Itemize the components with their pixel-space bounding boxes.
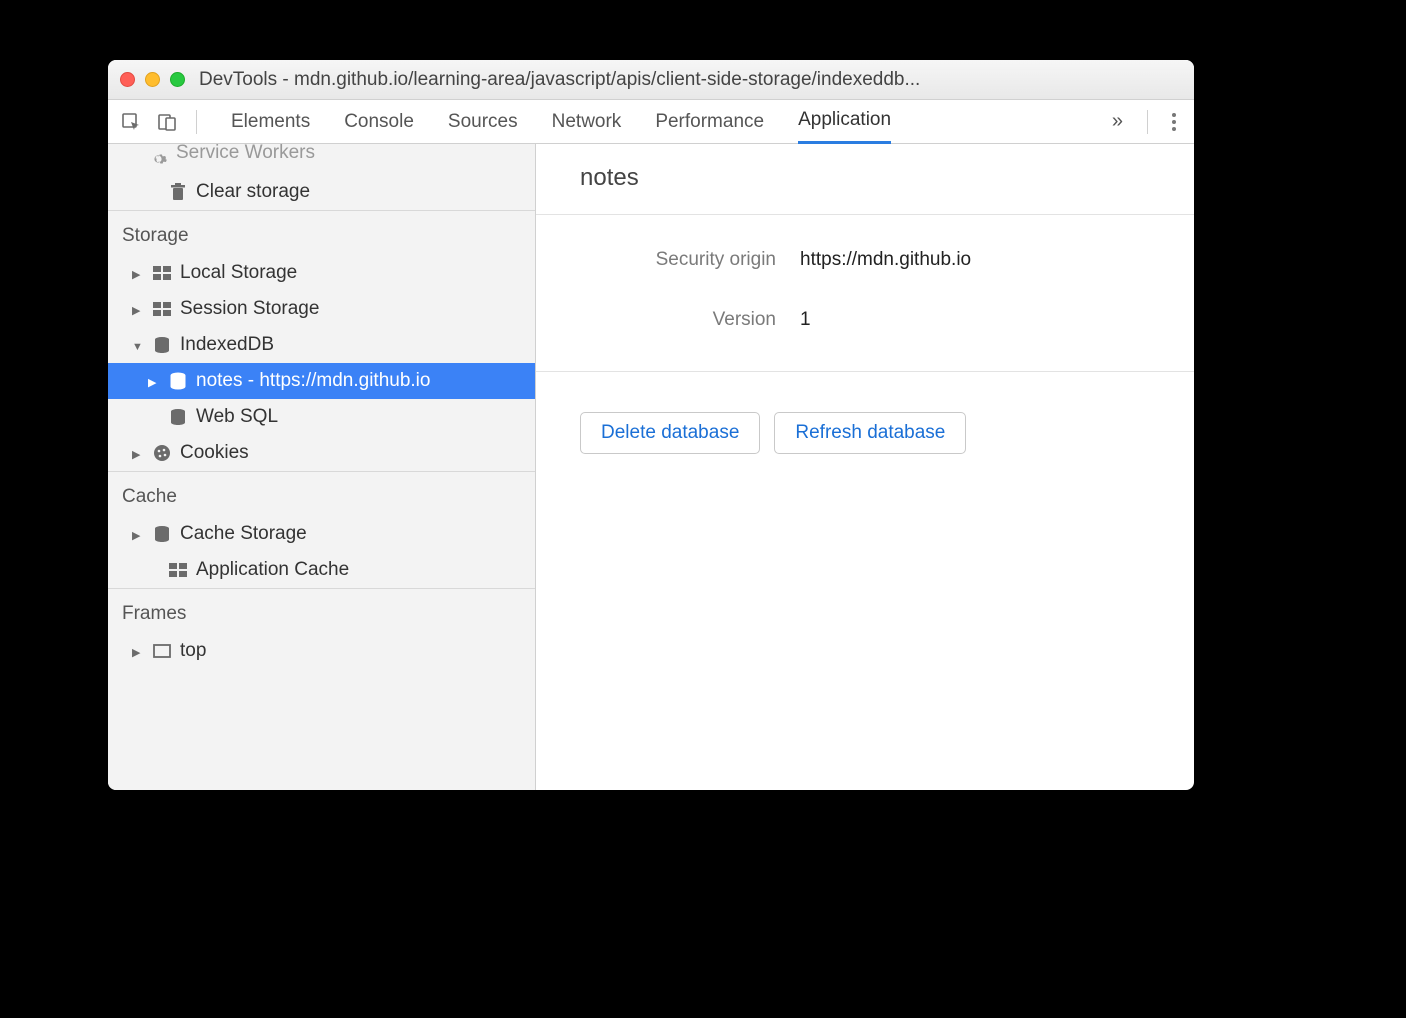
delete-database-button[interactable]: Delete database — [580, 412, 760, 454]
sidebar-item-label: Service Workers — [176, 144, 315, 164]
device-toolbar-icon[interactable] — [154, 109, 180, 135]
panel-body: Service Workers Clear storage Storage Lo… — [108, 144, 1194, 790]
sidebar-item-label: Clear storage — [196, 181, 310, 203]
chevron-right-icon — [132, 523, 144, 545]
sidebar-item-indexeddb[interactable]: IndexedDB — [108, 327, 535, 363]
main-panel: notes Security origin https://mdn.github… — [536, 144, 1194, 790]
trash-icon — [168, 182, 188, 202]
sidebar-item-label: Cache Storage — [180, 523, 307, 545]
tab-application[interactable]: Application — [798, 99, 891, 144]
gear-icon — [148, 149, 168, 169]
chevron-right-icon — [132, 640, 144, 662]
maximize-window-button[interactable] — [170, 72, 185, 87]
sidebar-item-indexeddb-notes[interactable]: notes - https://mdn.github.io — [108, 363, 535, 399]
tab-network[interactable]: Network — [552, 101, 622, 143]
refresh-database-button[interactable]: Refresh database — [774, 412, 966, 454]
sidebar-item-label: Web SQL — [196, 406, 278, 428]
database-icon — [152, 524, 172, 544]
detail-row-security-origin: Security origin https://mdn.github.io — [576, 249, 1154, 271]
window-title: DevTools - mdn.github.io/learning-area/j… — [199, 69, 1182, 91]
database-icon — [152, 335, 172, 355]
close-window-button[interactable] — [120, 72, 135, 87]
sidebar-item-local-storage[interactable]: Local Storage — [108, 255, 535, 291]
chevron-right-icon — [148, 370, 160, 392]
sidebar-item-clear-storage[interactable]: Clear storage — [108, 174, 535, 210]
sidebar-item-label: top — [180, 640, 206, 662]
tab-console[interactable]: Console — [344, 101, 414, 143]
sidebar-item-label: Cookies — [180, 442, 249, 464]
sidebar-item-service-workers[interactable]: Service Workers — [108, 144, 535, 174]
sidebar-item-web-sql[interactable]: Web SQL — [108, 399, 535, 435]
detail-label: Version — [576, 309, 776, 331]
toolbar-separator — [196, 110, 197, 134]
sidebar-item-application-cache[interactable]: Application Cache — [108, 552, 535, 588]
sidebar-item-label: Local Storage — [180, 262, 297, 284]
tab-performance[interactable]: Performance — [655, 101, 764, 143]
inspect-element-icon[interactable] — [118, 109, 144, 135]
sidebar-item-label: IndexedDB — [180, 334, 274, 356]
sidebar-item-cache-storage[interactable]: Cache Storage — [108, 516, 535, 552]
sidebar-item-label: notes - https://mdn.github.io — [196, 370, 430, 392]
cookie-icon — [152, 443, 172, 463]
database-icon — [168, 371, 188, 391]
detail-label: Security origin — [576, 249, 776, 271]
sidebar-item-label: Session Storage — [180, 298, 319, 320]
chevron-down-icon — [132, 334, 144, 356]
tab-elements[interactable]: Elements — [231, 101, 310, 143]
devtools-window: DevTools - mdn.github.io/learning-area/j… — [108, 60, 1194, 790]
titlebar: DevTools - mdn.github.io/learning-area/j… — [108, 60, 1194, 100]
table-icon — [152, 263, 172, 283]
application-sidebar: Service Workers Clear storage Storage Lo… — [108, 144, 536, 790]
database-details: Security origin https://mdn.github.io Ve… — [536, 215, 1194, 372]
settings-menu-icon[interactable] — [1164, 113, 1184, 131]
sidebar-item-cookies[interactable]: Cookies — [108, 435, 535, 471]
database-actions: Delete database Refresh database — [536, 372, 1194, 494]
detail-value: https://mdn.github.io — [800, 249, 971, 271]
table-icon — [168, 560, 188, 580]
chevron-right-icon — [132, 298, 144, 320]
sidebar-section-cache: Cache — [108, 472, 535, 516]
database-title: notes — [536, 144, 1194, 215]
minimize-window-button[interactable] — [145, 72, 160, 87]
sidebar-item-frames-top[interactable]: top — [108, 633, 535, 669]
devtools-toolbar: Elements Console Sources Network Perform… — [108, 100, 1194, 144]
chevron-right-icon — [132, 262, 144, 284]
detail-row-version: Version 1 — [576, 309, 1154, 331]
sidebar-item-session-storage[interactable]: Session Storage — [108, 291, 535, 327]
database-icon — [168, 407, 188, 427]
detail-value: 1 — [800, 309, 811, 331]
more-tabs-icon[interactable]: » — [1104, 110, 1131, 133]
chevron-right-icon — [132, 442, 144, 464]
toolbar-separator — [1147, 110, 1148, 134]
frame-icon — [152, 641, 172, 661]
sidebar-section-storage: Storage — [108, 211, 535, 255]
sidebar-section-frames: Frames — [108, 589, 535, 633]
panel-tabs: Elements Console Sources Network Perform… — [213, 99, 1094, 144]
window-controls — [120, 72, 185, 87]
tab-sources[interactable]: Sources — [448, 101, 518, 143]
table-icon — [152, 299, 172, 319]
sidebar-item-label: Application Cache — [196, 559, 349, 581]
